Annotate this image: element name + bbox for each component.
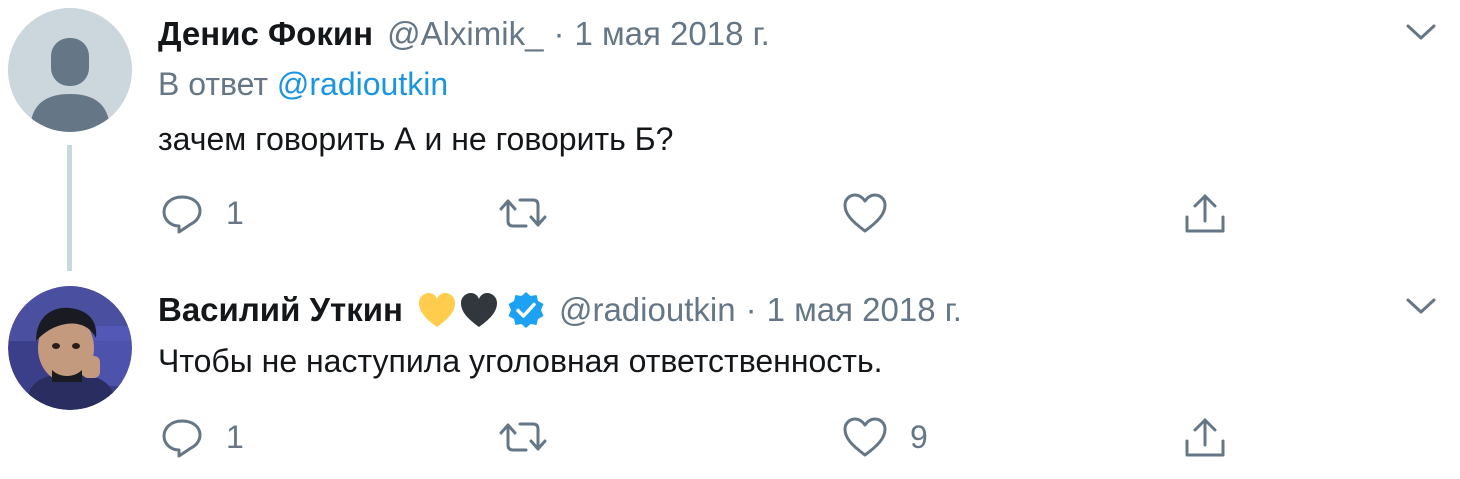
retweet-button[interactable] (498, 413, 570, 461)
avatar[interactable] (8, 8, 132, 132)
thread-connector-line (67, 145, 72, 271)
reply-button[interactable]: 1 (160, 189, 244, 237)
black-heart-icon (459, 291, 499, 329)
tweet-date[interactable]: 1 мая 2018 г. (767, 291, 962, 329)
profile-photo (8, 286, 132, 410)
like-button[interactable] (842, 189, 910, 237)
author-handle[interactable]: @radioutkin (559, 291, 736, 329)
heart-icon (843, 417, 887, 457)
separator-dot: · (553, 15, 565, 52)
chevron-down-icon[interactable] (1404, 20, 1438, 44)
reply-icon (162, 419, 202, 458)
author-name[interactable]: Василий Уткин (158, 291, 403, 329)
share-button[interactable] (1183, 189, 1227, 237)
tweet-text: зачем говорить А и не говорить Б? (158, 121, 674, 157)
tweet-header: Денис Фокин @Alximik_ · 1 мая 2018 г. (158, 12, 770, 56)
reply-count: 1 (226, 418, 244, 455)
yellow-heart-icon (417, 291, 457, 329)
tweet-header: Василий Уткин @radioutkin · 1 мая 2018 г… (158, 288, 962, 332)
avatar[interactable] (8, 286, 132, 410)
retweet-button[interactable] (498, 189, 570, 237)
reply-context: В ответ @radioutkin (158, 66, 448, 103)
author-name[interactable]: Денис Фокин (158, 15, 373, 53)
tweet-date[interactable]: 1 мая 2018 г. (574, 15, 769, 53)
default-profile-icon (8, 8, 132, 132)
share-button[interactable] (1183, 413, 1227, 461)
reply-prefix: В ответ (158, 66, 269, 102)
author-handle[interactable]: @Alximik_ (387, 15, 543, 53)
separator-dot: · (745, 291, 757, 328)
reply-icon (162, 195, 202, 234)
tweet-text: Чтобы не наступила уголовная ответственн… (158, 343, 883, 379)
retweet-icon (499, 198, 547, 228)
retweet-icon (499, 422, 547, 452)
reply-button[interactable]: 1 (160, 413, 244, 461)
heart-icon (843, 193, 887, 233)
like-count: 9 (910, 418, 928, 455)
verified-badge-icon (507, 291, 545, 329)
share-icon (1185, 418, 1225, 457)
reply-to-link[interactable]: @radioutkin (277, 66, 448, 102)
like-button[interactable]: 9 (842, 413, 928, 461)
share-icon (1185, 194, 1225, 233)
chevron-down-icon[interactable] (1404, 294, 1438, 318)
reply-count: 1 (226, 194, 244, 231)
